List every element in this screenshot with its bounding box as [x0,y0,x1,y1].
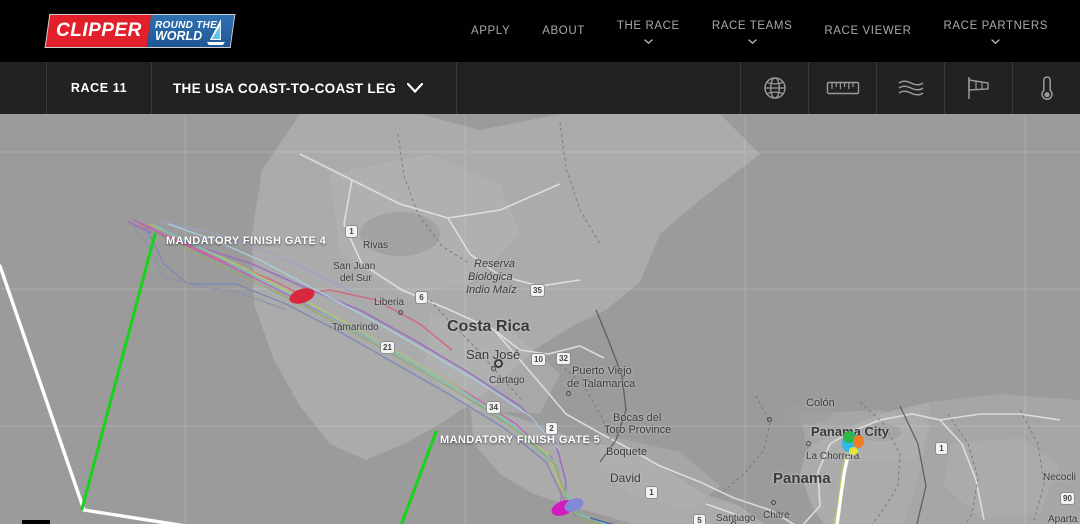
road-shield: 10 [531,353,546,366]
chevron-down-icon [643,38,653,44]
road-shield: 6 [415,291,428,304]
tool-thermometer[interactable] [1012,62,1080,114]
leg-selector[interactable]: THE USA COAST-TO-COAST LEG [152,62,457,114]
chevron-down-icon [747,38,757,44]
road-shield: 32 [556,352,571,365]
road-shield: 34 [486,401,501,414]
globe-icon [763,77,786,99]
nav-item-apply[interactable]: APPLY [455,24,526,38]
road-shield: 21 [380,341,395,354]
thermometer-icon [1040,76,1053,100]
city-dot-icon [806,441,811,446]
road-shield: 35 [530,284,545,297]
nav-item-label: RACE VIEWER [824,25,912,37]
subbar-left-spacer [0,62,47,114]
logo-clipper-text: CLIPPER [55,20,142,41]
chevron-down-icon [991,38,1001,44]
nav-item-discover-more[interactable]: DISCOVER MORE [1064,19,1080,44]
zoom-in-button[interactable]: + [22,520,50,524]
leg-name-label: THE USA COAST-TO-COAST LEG [173,80,397,96]
chevron-down-icon [407,83,424,93]
race-map[interactable]: Rivas San Juan del Sur Reserva Biológica Indi… [0,114,1080,524]
clipper-logo[interactable]: CLIPPER ROUND THE WORLD [44,14,236,48]
tool-globe[interactable] [740,62,808,114]
city-dot-icon [398,310,403,315]
race-viewer-page: CLIPPER ROUND THE WORLD APPLY ABOUT THE RA… [0,0,1080,524]
city-dot-icon [566,391,571,396]
race-sub-bar: RACE 11 THE USA COAST-TO-COAST LEG [0,62,1080,114]
subbar-gap [457,62,740,114]
city-dot-icon [767,417,772,422]
boat-marker-yellow[interactable] [848,447,858,455]
capital-city-icon [494,359,503,368]
city-dot-icon [771,500,776,505]
tool-ruler[interactable] [808,62,876,114]
race-number-label: RACE 11 [47,62,152,114]
top-navigation-bar: CLIPPER ROUND THE WORLD APPLY ABOUT THE RA… [0,0,1080,62]
boat-marker-orange[interactable] [852,434,864,448]
windsock-icon [967,77,989,99]
road-shield: 1 [645,486,658,499]
nav-item-about[interactable]: ABOUT [526,24,601,38]
nav-item-race-viewer[interactable]: RACE VIEWER [808,24,927,38]
map-canvas [0,114,1080,524]
nav-item-label: RACE TEAMS [711,19,793,32]
nav-item-label: APPLY [471,25,511,37]
nav-item-race-teams[interactable]: RACE TEAMS [696,19,809,44]
ruler-icon [826,81,859,95]
sailboat-icon [206,19,225,45]
road-shield: 5 [693,514,706,524]
road-shield: 1 [345,225,358,238]
nav-item-label: RACE PARTNERS [943,19,1049,32]
nav-item-the-race[interactable]: THE RACE [601,19,696,44]
nav-item-label: ABOUT [542,25,585,37]
road-shield: 1 [935,442,948,455]
tool-waves[interactable] [876,62,944,114]
road-shield: 2 [545,422,558,435]
nav-item-race-partners[interactable]: RACE PARTNERS [928,19,1065,44]
tool-windsock[interactable] [944,62,1012,114]
road-shield: 90 [1060,492,1075,505]
nav-item-label: THE RACE [616,19,680,32]
waves-icon [898,80,923,96]
map-zoom-controls: + − [22,520,50,524]
main-nav-list: APPLY ABOUT THE RACE RACE TEAMS RACE VIEWER R… [455,0,1080,62]
logo-clipper-word: CLIPPER [44,14,152,48]
logo-round-the-world: ROUND THE WORLD [146,14,236,48]
